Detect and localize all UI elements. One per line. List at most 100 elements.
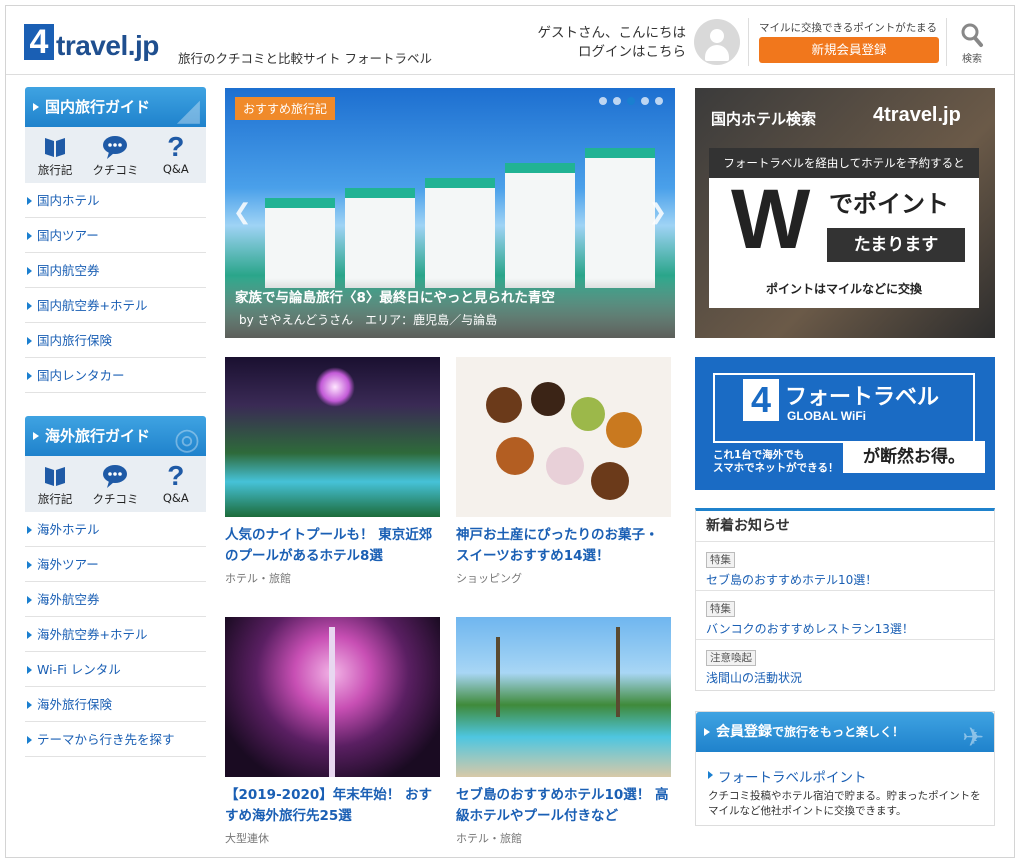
slide-image-shape [425,178,495,288]
register-note: マイルに交換できるポイントがたまる [759,22,937,34]
register-button[interactable]: 新規会員登録 [759,37,939,63]
hero-tag: おすすめ旅行記 [235,97,336,120]
card-image[interactable] [456,357,671,517]
prev-slide-icon[interactable]: ❮ [233,200,251,225]
icon-label: 旅行記 [37,163,73,177]
card-category: ショッピング [456,572,522,585]
domestic-link-flight[interactable]: 国内航空券 [25,253,206,288]
domestic-link-insurance[interactable]: 国内旅行保険 [25,323,206,358]
airplane-icon: ✈ [962,723,984,752]
news-heading: 新着お知らせ [696,511,994,542]
article-card[interactable]: 神戸お土産にぴったりのお菓子・スイーツおすすめ14選！ ショッピング [456,357,671,586]
member-heading[interactable]: 会員登録で旅行をもっと楽しく！ ✈ [696,712,994,752]
question-icon: ? [167,460,185,491]
overseas-qa-link[interactable]: ? Q&A [146,456,206,512]
slide-dot[interactable] [641,97,649,105]
news-link[interactable]: セブ島のおすすめホテル10選！ [706,571,994,588]
tower-shape [329,627,335,777]
domestic-qa-link[interactable]: ? Q&A [146,127,206,183]
hotel-banner-panel: フォートラベルを経由してホテルを予約すると W でポイント たまります ポイント… [709,148,979,308]
card-image[interactable] [225,617,440,777]
pastry-shape [531,382,565,416]
wifi-banner-line2: スマホでネットができる！ [713,462,839,474]
icon-label: クチコミ [92,163,139,177]
slide-dot[interactable] [599,97,607,105]
overseas-link-wifi[interactable]: Wi-Fi レンタル [25,652,206,687]
news-link[interactable]: バンコクのおすすめレストラン13選！ [706,620,994,637]
overseas-travelogue-link[interactable]: 旅行記 [25,456,85,512]
hero-slider[interactable]: おすすめ旅行記 ❮ ❯ 家族で与論島旅行〈8〉最終日にやっと見られた青空 by … [225,88,675,338]
logo-text: travel.jp [56,30,159,61]
card-image[interactable] [225,357,440,517]
avatar-body-icon [705,45,729,61]
book-icon [45,467,66,486]
domestic-reviews-link[interactable]: クチコミ [85,127,145,183]
icon-label: Q&A [162,491,189,505]
overseas-guide-title-text: 海外旅行ガイド [45,427,151,445]
palm-trunk-shape [616,627,620,717]
hotel-banner-w: W [731,172,811,266]
global-wifi-banner[interactable]: 4 フォートラベル GLOBAL WiFi これ1台で海外でも スマホでネットが… [695,357,995,490]
wifi-banner-brand: フォートラベル [785,385,940,410]
book-icon [45,138,66,157]
wifi-banner-line1: これ1台で海外でも [713,449,805,461]
hero-byline: by さやえんどうさん エリア：鹿児島／与論島 [239,313,498,327]
domestic-travelogue-link[interactable]: 旅行記 [25,127,85,183]
domestic-link-flight-hotel[interactable]: 国内航空券+ホテル [25,288,206,323]
card-title[interactable]: セブ島のおすすめホテル10選！ 高級ホテルやプール付きなど [456,785,671,827]
article-card[interactable]: 人気のナイトプールも！ 東京近郊のプールがあるホテル8選 ホテル・旅館 [225,357,440,586]
domestic-link-hotel[interactable]: 国内ホテル [25,183,206,218]
overseas-link-tour[interactable]: 海外ツアー [25,547,206,582]
domestic-guide-title[interactable]: 国内旅行ガイド ◢ [25,87,206,127]
card-image[interactable] [456,617,671,777]
overseas-reviews-link[interactable]: クチコミ [85,456,145,512]
login-link[interactable]: ログインはこちら [538,43,686,62]
icon-label: Q&A [162,162,189,176]
article-card[interactable]: 【2019-2020】年末年始！ おすすめ海外旅行先25選 大型連休 [225,617,440,846]
hotel-search-banner[interactable]: 国内ホテル検索 4travel.jp フォートラベルを経由してホテルを予約すると… [695,88,995,338]
points-link[interactable]: フォートラベルポイント [708,766,994,786]
article-card[interactable]: セブ島のおすすめホテル10選！ 高級ホテルやプール付きなど ホテル・旅館 [456,617,671,846]
card-title[interactable]: 【2019-2020】年末年始！ おすすめ海外旅行先25選 [225,785,440,827]
overseas-link-flight[interactable]: 海外航空券 [25,582,206,617]
next-slide-icon[interactable]: ❯ [649,200,667,225]
slide-image-shape [345,188,415,288]
question-icon: ? [167,131,185,162]
domestic-link-tour[interactable]: 国内ツアー [25,218,206,253]
overseas-icon-row: 旅行記 クチコミ ? Q&A [25,456,206,512]
search-button[interactable]: 検索 [954,20,990,65]
hotel-banner-logo: 4travel.jp [873,104,961,126]
overseas-link-theme[interactable]: テーマから行き先を探す [25,722,206,757]
slide-dot[interactable] [613,97,621,105]
overseas-link-hotel[interactable]: 海外ホテル [25,512,206,547]
domestic-link-rentacar[interactable]: 国内レンタカー [25,358,206,393]
slide-image-shape [585,148,655,288]
hero-title[interactable]: 家族で与論島旅行〈8〉最終日にやっと見られた青空 [235,286,555,306]
site-header: 4 travel.jp 旅行のクチコミと比較サイト フォートラベル ゲストさん、… [6,6,1014,75]
wifi-banner-product: GLOBAL WiFi [787,409,866,423]
light-glow [315,367,355,407]
card-title[interactable]: 人気のナイトプールも！ 東京近郊のプールがあるホテル8選 [225,525,440,567]
member-heading-rest: で旅行をもっと楽しく！ [772,725,905,739]
pastry-shape [486,387,522,423]
site-logo[interactable]: 4 travel.jp [24,24,169,64]
wifi-banner-copy: これ1台で海外でも スマホでネットができる！ [713,449,838,475]
card-category: ホテル・旅館 [456,832,522,845]
icon-label: クチコミ [92,492,139,506]
news-tag: 注意喚起 [706,650,756,666]
slide-dot[interactable] [655,97,663,105]
slide-image-shape [505,163,575,288]
member-heading-main: 会員登録 [716,724,772,740]
speech-bubble-icon [103,136,128,159]
news-link[interactable]: 浅間山の活動状況 [706,669,994,686]
news-tag: 特集 [706,552,735,568]
overseas-link-insurance[interactable]: 海外旅行保険 [25,687,206,722]
palm-trunk-shape [496,637,500,717]
avatar[interactable] [694,19,740,65]
card-title[interactable]: 神戸お土産にぴったりのお菓子・スイーツおすすめ14選！ [456,525,671,567]
overseas-link-flight-hotel[interactable]: 海外航空券+ホテル [25,617,206,652]
overseas-guide-title[interactable]: 海外旅行ガイド ◎ [25,416,206,456]
pastry-shape [546,447,584,485]
icon-label: 旅行記 [37,492,73,506]
slide-dot-active[interactable] [627,97,635,105]
